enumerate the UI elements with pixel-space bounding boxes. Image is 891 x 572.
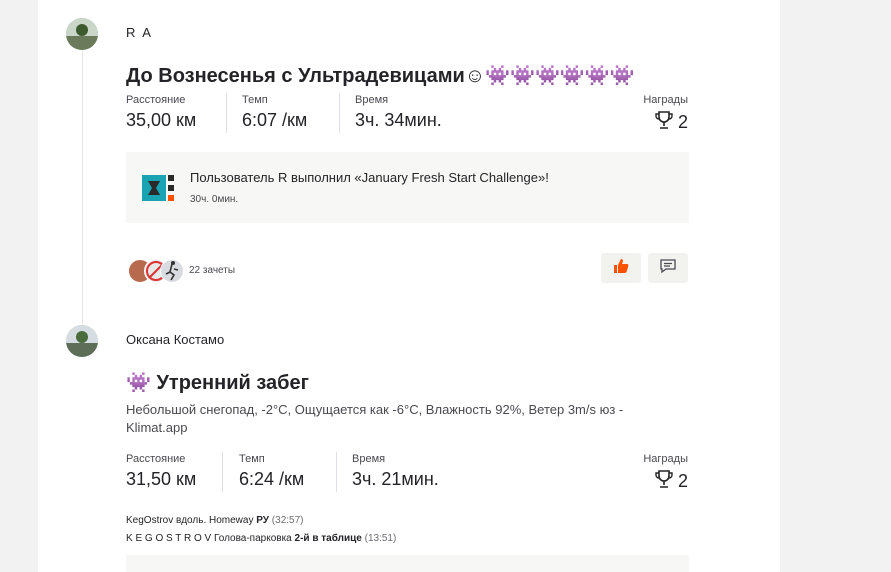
kudos-count[interactable]: 22 зачеты [189, 265, 235, 276]
stat-distance: Расстояние 31,50 км [126, 453, 196, 490]
kudo-avatar[interactable] [160, 259, 184, 283]
athlete-name[interactable]: Оксана Костамо [126, 332, 224, 347]
challenge-time: 30ч. 0мин. [190, 194, 239, 205]
segment-name[interactable]: K E G O S T R O V Голова-парковка [126, 533, 292, 544]
feed-timeline-line [82, 46, 83, 328]
awards-count: 2 [677, 471, 688, 491]
stat-label: Темп [242, 94, 268, 106]
activity-description: Небольшой снегопад, -2°C, Ощущается как … [126, 402, 624, 435]
map-preview[interactable] [126, 555, 689, 572]
stat-label: Темп [239, 453, 265, 465]
stat-time: Время 3ч. 21мин. [352, 453, 439, 490]
stat-value: 6:07 /км [242, 110, 308, 130]
stat-pace: Темп 6:07 /км [242, 94, 307, 131]
stat-divider [226, 93, 227, 133]
segment-row[interactable]: K E G O S T R O V Голова-парковка 2-й в … [126, 533, 396, 544]
thumbs-up-icon [612, 257, 630, 280]
challenge-achievement[interactable]: Пользователь R выполнил «January Fresh S… [126, 152, 689, 223]
segment-achievement: 2-й в таблице [294, 533, 362, 544]
challenge-text: Пользователь R выполнил «January Fresh S… [190, 170, 549, 185]
athlete-avatar[interactable] [66, 18, 98, 50]
stat-value: 35,00 км [126, 110, 197, 130]
segment-time: (32:57) [271, 515, 304, 526]
awards[interactable]: Награды 2 [620, 453, 688, 494]
segment-achievement: РУ [256, 515, 270, 526]
awards[interactable]: Награды 2 [620, 94, 688, 135]
stat-distance: Расстояние 35,00 км [126, 94, 196, 131]
challenge-badge-icon [142, 171, 176, 205]
stat-value: 3ч. 34мин. [355, 110, 442, 130]
awards-count: 2 [677, 112, 688, 132]
segment-time: (13:51) [364, 533, 397, 544]
stat-label: Время [355, 94, 389, 106]
stat-label: Расстояние [126, 453, 186, 465]
kudos-button[interactable] [601, 253, 641, 283]
awards-label: Награды [643, 94, 688, 106]
stat-value: 3ч. 21мин. [352, 469, 439, 489]
activity-title[interactable]: 👾 Утренний забег [126, 370, 309, 395]
activity-title[interactable]: До Вознесенья с Ультрадевицами☺👾👾👾👾👾👾 [126, 63, 635, 88]
athlete-name[interactable]: R A [126, 25, 153, 40]
segment-row[interactable]: KegOstrov вдоль. Homeway РУ (32:57) [126, 515, 303, 526]
segment-name[interactable]: KegOstrov вдоль. Homeway [126, 515, 253, 526]
athlete-avatar[interactable] [66, 325, 98, 357]
stat-label: Расстояние [126, 94, 186, 106]
comment-button[interactable] [648, 253, 688, 283]
comment-icon [659, 257, 677, 280]
stat-pace: Темп 6:24 /км [239, 453, 304, 490]
stat-divider [222, 452, 223, 492]
stat-time: Время 3ч. 34мин. [355, 94, 442, 131]
stat-divider [336, 452, 337, 492]
kudos-avatars[interactable] [128, 259, 188, 283]
stat-label: Время [352, 453, 386, 465]
stat-value: 31,50 км [126, 469, 197, 489]
stat-value: 6:24 /км [239, 469, 305, 489]
stat-divider [339, 93, 340, 133]
trophy-icon [654, 110, 674, 135]
awards-label: Награды [643, 453, 688, 465]
trophy-icon [654, 469, 674, 494]
